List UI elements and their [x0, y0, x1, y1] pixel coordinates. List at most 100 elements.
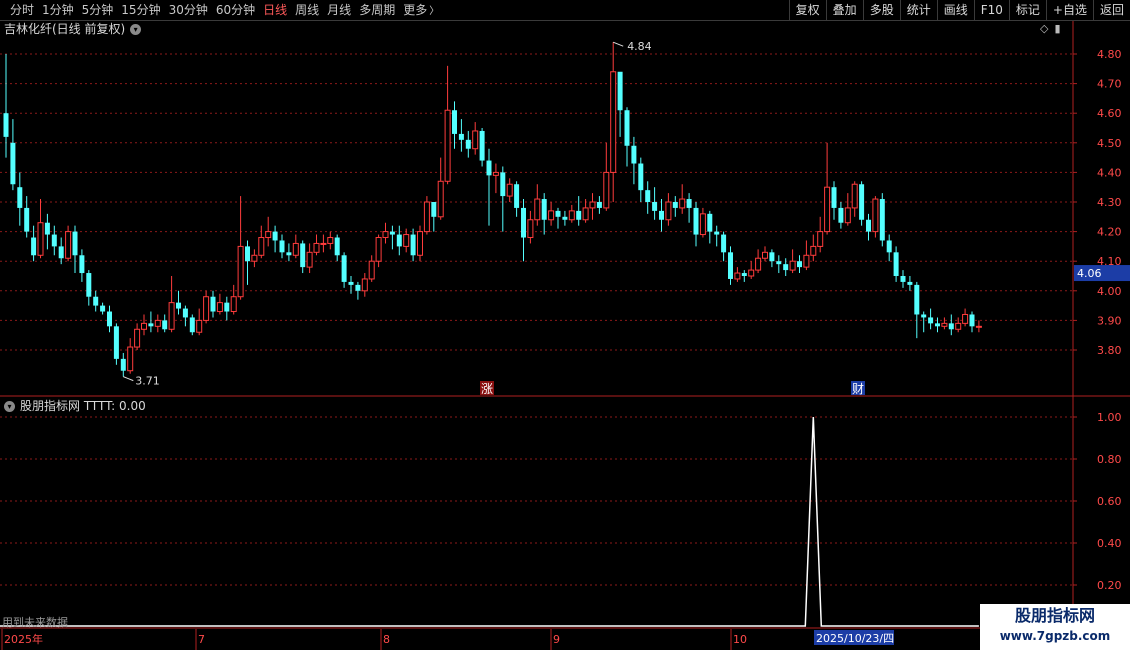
- candle-body: [168, 302, 175, 330]
- candle-body: [230, 296, 237, 313]
- price-tick-label: 4.70: [1097, 78, 1122, 91]
- candle-body: [216, 302, 223, 313]
- candle-body: [472, 130, 479, 150]
- event-mark-1: 财: [852, 382, 864, 396]
- candle-body: [492, 171, 499, 176]
- tool-button-6[interactable]: 标记: [1008, 0, 1046, 20]
- candle-body: [107, 311, 112, 327]
- candle-body: [562, 216, 568, 220]
- candle-body: [465, 139, 471, 149]
- candle-body: [444, 109, 451, 182]
- candle-body: [866, 219, 871, 232]
- candle-body: [935, 323, 940, 327]
- high-label: 4.84: [627, 40, 652, 53]
- candle-body: [417, 231, 423, 256]
- candle-body: [410, 234, 416, 256]
- candle-body: [423, 201, 430, 233]
- tool-button-8[interactable]: 返回: [1092, 0, 1130, 20]
- tab-8[interactable]: 月线: [323, 0, 355, 20]
- candle-body: [17, 187, 23, 208]
- chevron-down-icon[interactable]: ▾: [4, 400, 15, 412]
- candle-body: [707, 213, 713, 232]
- candle-body: [975, 325, 982, 328]
- tool-button-5[interactable]: F10: [973, 0, 1009, 20]
- candle-body: [576, 210, 582, 220]
- tool-button-1[interactable]: 叠加: [825, 0, 863, 20]
- candle-body: [582, 207, 589, 221]
- tool-button-0[interactable]: 复权: [788, 0, 826, 20]
- candle-body: [148, 323, 154, 327]
- price-tick-label: 4.50: [1097, 137, 1122, 150]
- candle-body: [237, 245, 244, 298]
- chevron-down-icon[interactable]: ▾: [130, 23, 142, 35]
- candle-body: [37, 222, 44, 256]
- candle-body: [527, 219, 534, 239]
- candle-body: [921, 314, 927, 318]
- candle-body: [665, 201, 672, 221]
- chart-canvas[interactable]: 4.804.704.604.504.404.304.204.104.003.90…: [0, 0, 1130, 650]
- candle-body: [596, 202, 602, 208]
- candle-body: [762, 251, 768, 259]
- chevron-right-icon: 〉: [429, 6, 440, 17]
- tab-6[interactable]: 日线: [259, 0, 291, 20]
- window-toggle-icon[interactable]: ▮: [1054, 22, 1060, 35]
- time-label-3: 9: [553, 633, 560, 646]
- candle-body: [51, 234, 57, 247]
- tab-5[interactable]: 60分钟: [212, 0, 259, 20]
- candle-body: [851, 183, 858, 209]
- tool-button-2[interactable]: 多股: [862, 0, 900, 20]
- candle-body: [900, 276, 906, 282]
- candle-body: [196, 319, 203, 333]
- candle-body: [748, 269, 755, 277]
- candle-body: [631, 145, 637, 164]
- tab-2[interactable]: 5分钟: [78, 0, 118, 20]
- tab-9[interactable]: 多周期: [355, 0, 399, 20]
- indicator-title: 股朋指标网 TTTT: 0.00: [20, 399, 146, 413]
- candle-body: [10, 142, 16, 185]
- price-tick-label: 3.80: [1097, 344, 1122, 357]
- candle-body: [693, 207, 699, 235]
- candle-body: [251, 254, 258, 262]
- tool-button-3[interactable]: 统计: [899, 0, 937, 20]
- diamond-icon[interactable]: ◇: [1040, 22, 1048, 35]
- price-tick-label: 4.60: [1097, 107, 1122, 120]
- chart-title: 吉林化纤(日线 前复权): [4, 22, 126, 36]
- candle-body: [610, 71, 617, 173]
- candle-body: [872, 198, 879, 233]
- candle-body: [72, 231, 78, 256]
- tool-button-7[interactable]: +自选: [1045, 0, 1093, 20]
- candle-body: [279, 240, 285, 253]
- candle-body: [100, 305, 106, 312]
- candle-body: [361, 278, 368, 292]
- indicator-tick-label: 0.60: [1097, 495, 1122, 508]
- high-pointer: [613, 41, 624, 47]
- tab-0[interactable]: 分时: [6, 0, 38, 20]
- candle-body: [452, 110, 457, 134]
- tab-3[interactable]: 15分钟: [117, 0, 164, 20]
- candle-body: [224, 302, 230, 312]
- tab-10[interactable]: 更多〉: [399, 0, 443, 20]
- watermark-url: www.7gpzb.com: [999, 629, 1111, 643]
- tab-1[interactable]: 1分钟: [38, 0, 78, 20]
- candle-body: [93, 296, 99, 306]
- candle-body: [521, 207, 526, 238]
- tool-button-4[interactable]: 画线: [936, 0, 974, 20]
- candle-body: [893, 252, 899, 276]
- candle-body: [638, 163, 644, 191]
- price-tick-label: 4.30: [1097, 196, 1122, 209]
- candle-body: [458, 133, 464, 140]
- candle-body: [272, 231, 278, 241]
- time-label-0: 2025年: [4, 632, 43, 646]
- indicator-tick-label: 0.80: [1097, 453, 1122, 466]
- candle-body: [617, 71, 623, 111]
- low-label: 3.71: [135, 375, 160, 388]
- tab-4[interactable]: 30分钟: [165, 0, 212, 20]
- candle-body: [907, 281, 913, 285]
- tab-7[interactable]: 周线: [291, 0, 323, 20]
- candle-body: [348, 281, 354, 285]
- candle-body: [500, 172, 506, 197]
- candle-body: [182, 308, 188, 318]
- chart-title-row: 吉林化纤(日线 前复权) ▾: [4, 21, 142, 37]
- candle-body: [3, 113, 9, 137]
- candle-body: [403, 234, 410, 247]
